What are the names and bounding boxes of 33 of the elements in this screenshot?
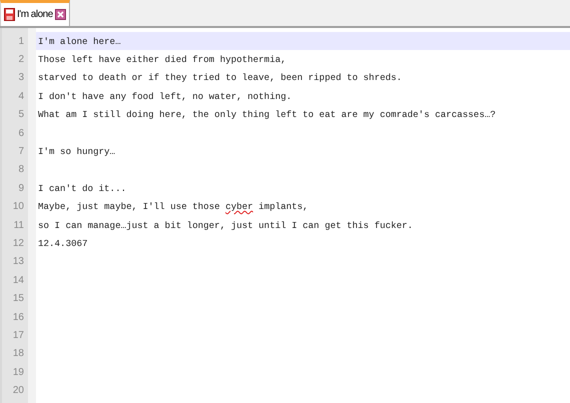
line-number: 10 (12, 200, 25, 214)
tab-label: I'm alone (17, 9, 53, 20)
line-number: 15 (12, 292, 25, 306)
text-line: so I can manage…just a bit longer, just until I can get this fucker. (38, 220, 413, 231)
line-number: 20 (12, 384, 25, 398)
text-line: I'm alone here… (38, 36, 121, 47)
text-line: I don't have any food left, no water, nothing. (38, 90, 292, 102)
line-number: 8 (17, 163, 25, 178)
text-line: Maybe, just maybe, I'll use those cyber implants, (38, 201, 308, 212)
line-number: 5 (17, 108, 25, 122)
line-number: 9 (17, 182, 25, 196)
line-number: 17 (12, 328, 25, 343)
line-number: 7 (17, 145, 25, 160)
line-number: 14 (12, 274, 25, 288)
line-number: 1 (17, 34, 25, 49)
text-line: 12.4.3067 (38, 238, 88, 249)
file-tab[interactable]: I'm alone (0, 0, 70, 26)
text-line: I can't do it... (38, 182, 126, 194)
line-number: 2 (17, 53, 25, 68)
line-number: 16 (12, 310, 25, 325)
line-number: 19 (12, 366, 25, 380)
text-line: I'm so hungry… (38, 146, 116, 158)
line-number: 18 (12, 347, 25, 362)
text-line: What am I still doing here, the only thing left to eat are my comrade's carcasses…? (38, 109, 496, 120)
line-number: 6 (17, 126, 25, 141)
text-line: Those left have either died from hypothermia, (38, 54, 286, 66)
line-number: 3 (17, 71, 25, 86)
line-number: 12 (12, 236, 25, 251)
line-number: 13 (12, 255, 25, 270)
text-line: starved to death or if they tried to leave, been ripped to shreds. (38, 72, 402, 84)
line-number: 11 (12, 218, 25, 233)
line-number: 4 (17, 90, 25, 104)
close-icon[interactable] (54, 9, 66, 20)
